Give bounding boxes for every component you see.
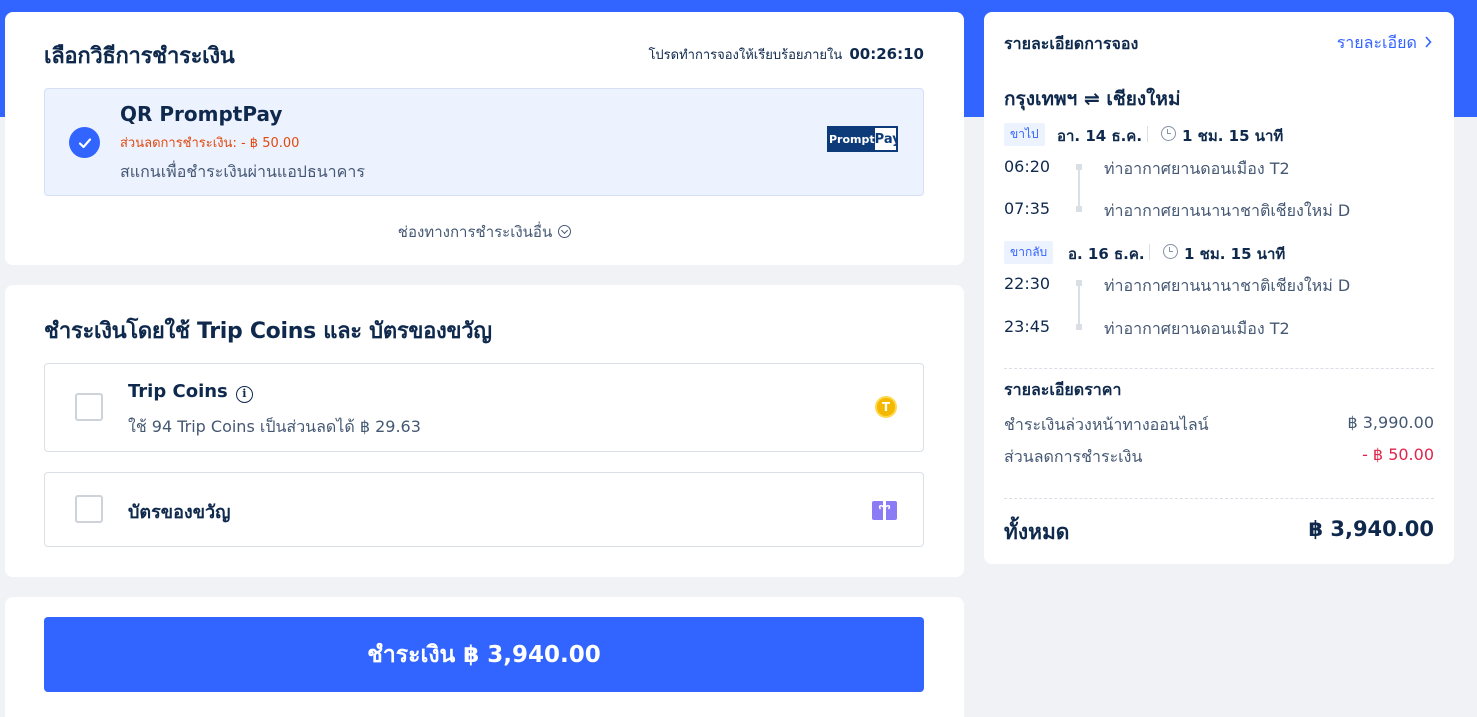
total-divider: [1004, 498, 1434, 499]
return-arr-airport: ท่าอากาศยานดอนเมือง T2: [1104, 319, 1290, 338]
chevron-right-icon: [1425, 36, 1432, 48]
info-icon[interactable]: i: [235, 386, 253, 403]
coins-giftcard-card: ชำระเงินโดยใช้ Trip Coins และ บัตรของขวั…: [5, 285, 964, 577]
payment-discount-value: - ฿ 50.00: [1362, 445, 1434, 464]
more-methods-label: ช่องทางการชำระเงินอื่น: [397, 223, 553, 241]
promptpay-logo-text-b: Pay: [874, 131, 896, 147]
gift-card-title: บัตรของขวัญ: [128, 502, 231, 523]
trip-coins-subtitle: ใช้ 94 Trip Coins เป็นส่วนลดได้ ฿ 29.63: [128, 417, 421, 436]
trip-coins-checkbox[interactable]: [75, 393, 103, 421]
outbound-dep-time: 06:20: [1004, 157, 1051, 176]
trip-coin-icon: T: [875, 396, 897, 418]
route-title: กรุงเทพฯ ⇌ เชียงใหม่: [1004, 88, 1181, 110]
divider: [1149, 244, 1150, 260]
outbound-tag: ขาไป: [1004, 123, 1045, 146]
clock-icon: [1163, 244, 1178, 259]
promptpay-description: สแกนเพื่อชำระเงินผ่านแอปธนาคาร: [120, 162, 365, 181]
summary-title: รายละเอียดการจอง: [1004, 34, 1139, 53]
booking-timer: โปรดทำการจองให้เรียบร้อยภายใน 00:26:10: [648, 44, 924, 65]
gift-card-option: บัตรของขวัญ: [44, 472, 924, 547]
outbound-dep-airport: ท่าอากาศยานดอนเมือง T2: [1104, 159, 1290, 178]
timeline-dot: [1076, 324, 1082, 330]
chevron-down-icon: [558, 225, 572, 238]
return-date: อ. 16 ธ.ค.: [1068, 245, 1145, 263]
promptpay-logo-icon: Prompt Pay: [827, 126, 898, 152]
coins-section-title: ชำระเงินโดยใช้ Trip Coins และ บัตรของขวั…: [44, 319, 492, 344]
pay-button-card: ชำระเงิน ฿ 3,940.00: [5, 597, 964, 717]
outbound-arr-airport: ท่าอากาศยานนานาชาติเชียงใหม่ D: [1104, 201, 1351, 220]
gift-card-icon: [872, 501, 897, 520]
promptpay-option[interactable]: QR PromptPay ส่วนลดการชำระเงิน: - ฿ 50.0…: [44, 88, 924, 196]
trip-coins-title: Trip Coins: [128, 381, 228, 402]
total-value: ฿ 3,940.00: [1308, 517, 1434, 541]
price-title: รายละเอียดราคา: [1004, 380, 1122, 399]
return-tag: ขากลับ: [1004, 241, 1054, 264]
promptpay-discount: ส่วนลดการชำระเงิน: - ฿ 50.00: [120, 136, 300, 151]
outbound-date: อา. 14 ธ.ค.: [1057, 127, 1143, 145]
return-duration: 1 ชม. 15 นาที: [1184, 245, 1286, 263]
trip-coins-title-row: Trip Coins i: [128, 381, 253, 403]
gift-card-checkbox[interactable]: [75, 495, 103, 523]
promptpay-name: QR PromptPay: [120, 102, 283, 126]
online-payment-value: ฿ 3,990.00: [1347, 413, 1434, 432]
clock-icon: [1161, 126, 1176, 141]
section-divider: [1004, 368, 1434, 369]
trip-coins-option: Trip Coins i ใช้ 94 Trip Coins เป็นส่วนลด…: [44, 363, 924, 452]
outbound-arr-time: 07:35: [1004, 199, 1051, 218]
booking-summary-card: รายละเอียดการจอง รายละเอียด กรุงเทพฯ ⇌ เ…: [984, 12, 1454, 564]
total-label: ทั้งหมด: [1004, 520, 1070, 544]
divider: [1147, 126, 1148, 142]
timeline-dot: [1076, 206, 1082, 212]
payment-method-card: เลือกวิธีการชำระเงิน โปรดทำการจองให้เรีย…: [5, 12, 964, 265]
pay-button[interactable]: ชำระเงิน ฿ 3,940.00: [44, 617, 924, 692]
more-payment-methods-link[interactable]: ช่องทางการชำระเงินอื่น: [5, 220, 964, 244]
selected-check-icon: [69, 127, 100, 158]
timeline-line: [1078, 286, 1080, 324]
timer-value: 00:26:10: [849, 45, 924, 63]
payment-discount-label: ส่วนลดการชำระเงิน: [1004, 447, 1143, 466]
details-link[interactable]: รายละเอียด: [1337, 31, 1432, 56]
payment-section-title: เลือกวิธีการชำระเงิน: [44, 44, 235, 69]
return-dep-time: 22:30: [1004, 274, 1051, 293]
outbound-duration: 1 ชม. 15 นาที: [1182, 127, 1284, 145]
return-dep-airport: ท่าอากาศยานนานาชาติเชียงใหม่ D: [1104, 276, 1351, 295]
promptpay-logo-text-a: Prompt: [829, 128, 875, 150]
timer-text: โปรดทำการจองให้เรียบร้อยภายใน: [648, 48, 843, 63]
return-arr-time: 23:45: [1004, 317, 1051, 336]
timeline-line: [1078, 170, 1080, 206]
details-link-label: รายละเอียด: [1336, 33, 1417, 52]
online-payment-label: ชำระเงินล่วงหน้าทางออนไลน์: [1004, 415, 1209, 434]
